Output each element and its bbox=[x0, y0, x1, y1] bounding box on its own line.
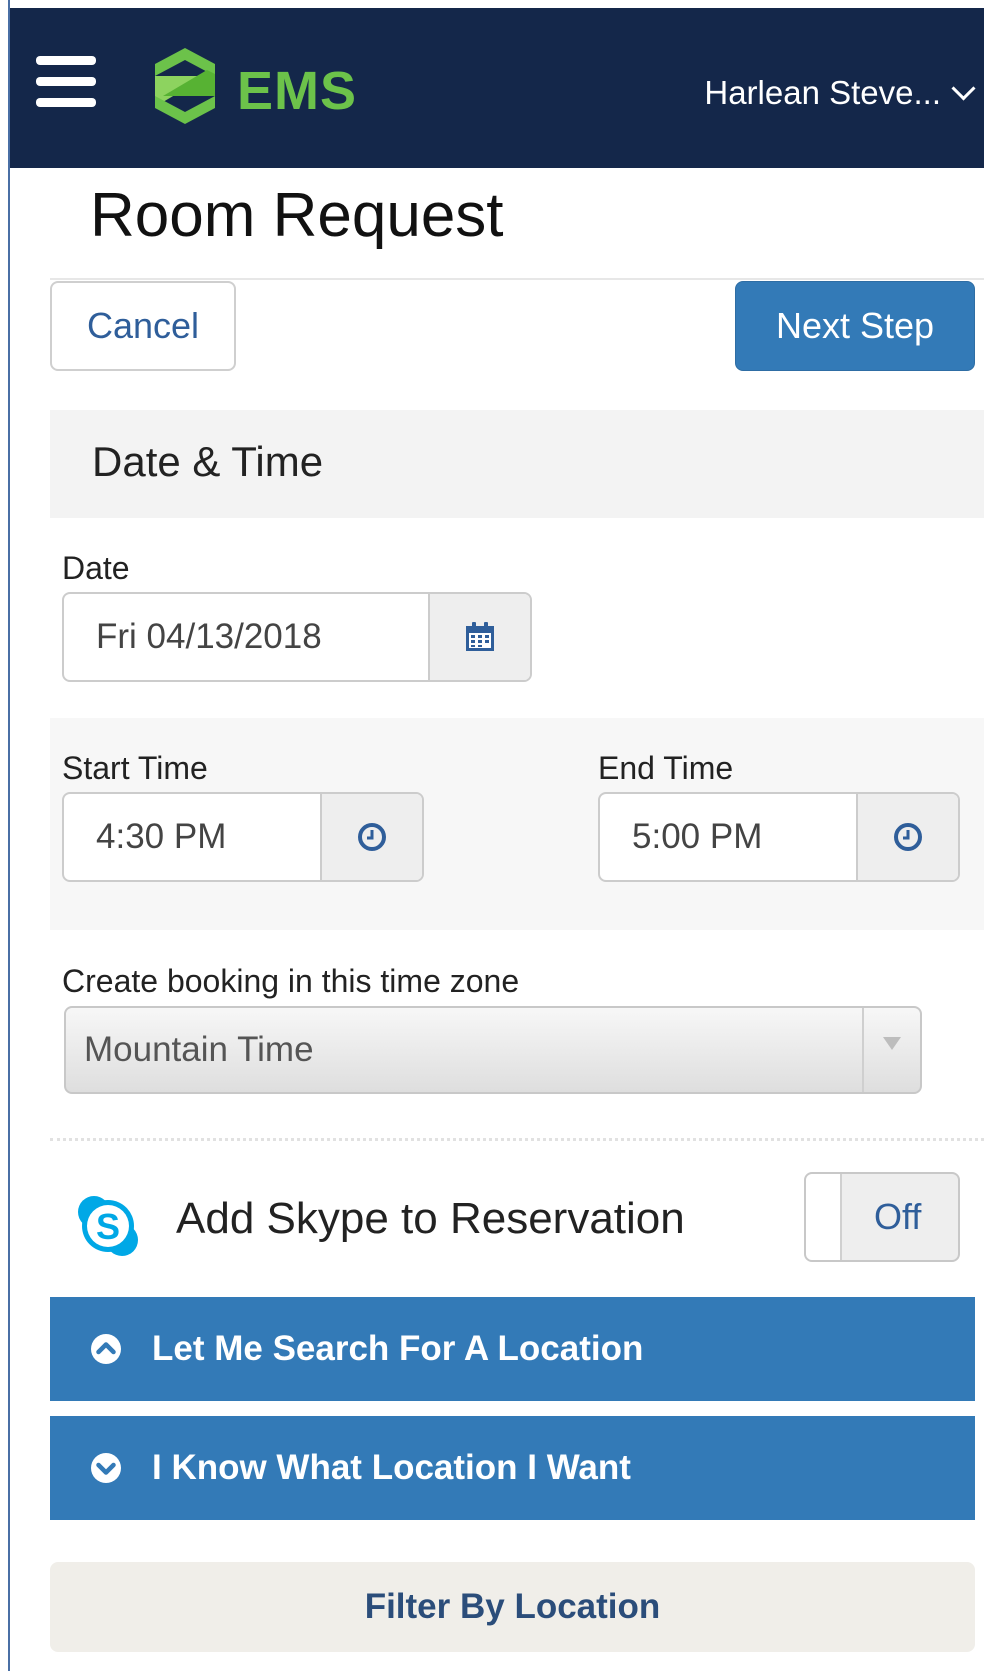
start-time-picker-button[interactable] bbox=[320, 794, 422, 880]
section-title: Date & Time bbox=[92, 438, 324, 485]
date-input[interactable]: Fri 04/13/2018 bbox=[64, 594, 428, 680]
top-navigation-bar: EMS Harlean Steve... bbox=[10, 8, 984, 168]
clock-icon bbox=[358, 823, 386, 851]
toggle-knob bbox=[806, 1174, 842, 1260]
user-menu[interactable]: Harlean Steve... bbox=[704, 68, 976, 118]
calendar-icon bbox=[466, 622, 494, 651]
timezone-value: Mountain Time bbox=[84, 1030, 314, 1069]
toggle-state: Off bbox=[874, 1196, 922, 1237]
chevron-down-circle-icon bbox=[91, 1453, 121, 1483]
start-time-field[interactable]: 4:30 PM bbox=[62, 792, 424, 882]
timezone-select[interactable]: Mountain Time bbox=[64, 1006, 922, 1094]
chevron-down-icon bbox=[951, 75, 976, 101]
triangle-down-icon bbox=[883, 1036, 901, 1050]
end-time-field[interactable]: 5:00 PM bbox=[598, 792, 960, 882]
room-request-screen: EMS Harlean Steve... Room Request Cancel… bbox=[0, 0, 984, 1671]
user-name: Harlean Steve... bbox=[704, 74, 941, 111]
left-border bbox=[8, 0, 10, 1671]
skype-label: Add Skype to Reservation bbox=[176, 1194, 685, 1243]
skype-icon: S bbox=[78, 1196, 138, 1256]
start-time-label: Start Time bbox=[62, 750, 208, 786]
date-label: Date bbox=[62, 550, 130, 586]
search-location-label: Let Me Search For A Location bbox=[152, 1329, 644, 1368]
cancel-button[interactable]: Cancel bbox=[50, 281, 236, 371]
search-location-accordion[interactable]: Let Me Search For A Location bbox=[50, 1297, 975, 1401]
skype-toggle[interactable]: Off bbox=[804, 1172, 960, 1262]
ems-logo-mark-icon bbox=[155, 48, 215, 124]
end-time-picker-button[interactable] bbox=[856, 794, 958, 880]
logo-text: EMS bbox=[237, 61, 358, 121]
clock-icon bbox=[894, 823, 922, 851]
select-arrow bbox=[862, 1008, 920, 1092]
calendar-button[interactable] bbox=[428, 594, 530, 680]
start-time-input[interactable]: 4:30 PM bbox=[64, 794, 320, 880]
title-divider bbox=[50, 278, 984, 280]
dotted-divider bbox=[50, 1138, 984, 1141]
filter-by-location-button[interactable]: Filter By Location bbox=[50, 1562, 975, 1652]
date-time-section-header: Date & Time bbox=[50, 410, 984, 518]
svg-text:S: S bbox=[96, 1206, 120, 1247]
next-step-button[interactable]: Next Step bbox=[735, 281, 975, 371]
timezone-label: Create booking in this time zone bbox=[62, 963, 520, 999]
date-field[interactable]: Fri 04/13/2018 bbox=[62, 592, 532, 682]
known-location-accordion[interactable]: I Know What Location I Want bbox=[50, 1416, 975, 1520]
hamburger-icon[interactable] bbox=[36, 56, 96, 108]
ems-logo[interactable]: EMS bbox=[145, 46, 375, 126]
page-title: Room Request bbox=[90, 181, 504, 250]
chevron-up-circle-icon bbox=[91, 1334, 121, 1364]
end-time-label: End Time bbox=[598, 750, 734, 786]
known-location-label: I Know What Location I Want bbox=[152, 1448, 631, 1487]
end-time-input[interactable]: 5:00 PM bbox=[600, 794, 856, 880]
